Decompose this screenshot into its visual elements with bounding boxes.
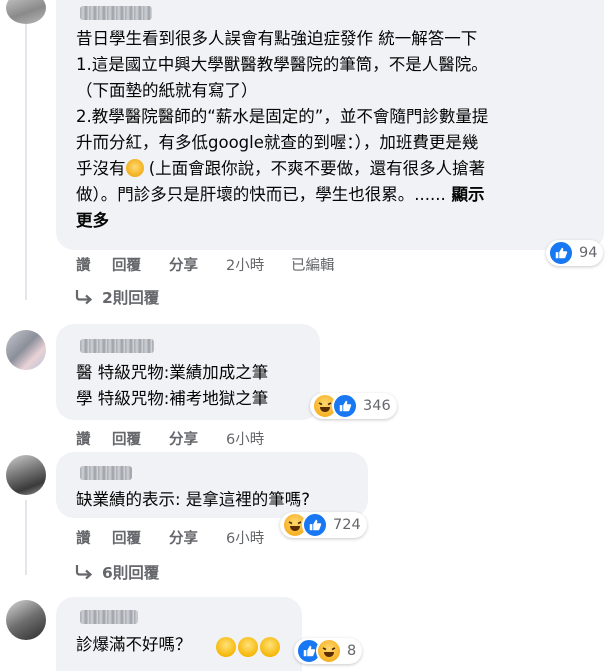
comment-actions: 讚 回覆 分享 2小時 已編輯 — [76, 254, 476, 274]
timestamp[interactable]: 6小時 — [226, 428, 264, 449]
comment-text-line: 乎沒有 (上面會跟你說，不爽不要做，還有很多人搶著 — [76, 158, 485, 180]
replies-count-label: 6則回覆 — [102, 564, 160, 582]
share-action[interactable]: 分享 — [169, 428, 198, 449]
view-replies-button[interactable]: 2則回覆 — [74, 286, 159, 308]
reply-action[interactable]: 回覆 — [112, 527, 141, 548]
comment-actions: 讚 回覆 分享 6小時 — [76, 527, 376, 547]
smiling-face-icon — [125, 159, 144, 177]
reply-action[interactable]: 回覆 — [112, 428, 141, 449]
reply-action[interactable]: 回覆 — [112, 254, 141, 275]
replies-count-label: 2則回覆 — [102, 289, 160, 307]
avatar[interactable] — [6, 455, 46, 495]
comment-text-line: 診爆滿不好嗎？ — [76, 635, 192, 654]
reaction-summary[interactable]: 8 — [294, 638, 363, 664]
comment-text-line: 2.教學醫院醫師的“薪水是固定的”，並不會隨門診數量提 — [76, 107, 489, 126]
comment-text-line: 醫 特級咒物:業績加成之筆 — [76, 363, 269, 382]
avatar[interactable] — [6, 0, 46, 24]
comment-actions: 讚 回覆 分享 6小時 — [76, 428, 376, 448]
thinking-face-icon — [238, 637, 258, 657]
comment-text-line: 學 特級咒物:補考地獄之筆 — [76, 389, 269, 408]
comment-text-line: 昔日學生看到很多人誤會有點強迫症發作 統一解答一下 — [76, 29, 478, 48]
reply-arrow-icon — [74, 289, 94, 305]
commenter-name[interactable] — [80, 610, 138, 624]
comment-text-segment: (上面會跟你說，不爽不要做，還有很多人搶著 — [143, 159, 486, 178]
comment-text-line: （下面墊的紙就有寫了） — [76, 81, 258, 100]
commenter-name[interactable] — [80, 466, 132, 480]
reaction-count: 94 — [579, 245, 598, 261]
view-replies-button[interactable]: 6則回覆 — [74, 561, 159, 583]
comment-text-line: 做）。門診多只是肝壞的快而已，學生也很累。...... 顯示 — [76, 184, 484, 206]
share-action[interactable]: 分享 — [169, 254, 198, 275]
comment-text-segment: 乎沒有 — [76, 159, 126, 178]
comment-text-line: 缺業績的表示: 是拿這裡的筆嗎? — [76, 490, 311, 509]
reply-arrow-icon — [74, 564, 94, 580]
timestamp[interactable]: 2小時 — [226, 254, 264, 275]
comment-text-line: 升而分紅，有多低google就查的到喔：），加班費更是幾 — [76, 133, 479, 152]
thread-line — [25, 0, 27, 300]
comment-text-line: 1.這是國立中興大學獸醫教學醫院的筆筒，不是人醫院。 — [76, 55, 488, 74]
thumbs-up-icon — [332, 393, 358, 419]
thinking-face-icon — [260, 637, 280, 657]
show-more-link[interactable]: 更多 — [76, 210, 109, 232]
avatar[interactable] — [6, 600, 46, 640]
timestamp[interactable]: 6小時 — [226, 527, 264, 548]
commenter-name[interactable] — [80, 339, 154, 353]
like-action[interactable]: 讚 — [76, 527, 91, 548]
thinking-face-icon — [216, 637, 236, 657]
avatar[interactable] — [6, 330, 46, 370]
share-action[interactable]: 分享 — [169, 527, 198, 548]
reaction-count: 8 — [347, 643, 357, 659]
show-more-link[interactable]: 顯示 — [446, 185, 484, 204]
reaction-count: 346 — [363, 398, 391, 414]
reaction-summary[interactable]: 346 — [310, 393, 397, 419]
like-action[interactable]: 讚 — [76, 254, 91, 275]
comment-text-segment: 做）。門診多只是肝壞的快而已，學生也很累。...... — [76, 185, 446, 204]
like-action[interactable]: 讚 — [76, 428, 91, 449]
commenter-name[interactable] — [80, 6, 152, 20]
laughing-face-icon — [316, 638, 342, 664]
edited-label: 已編輯 — [291, 258, 335, 274]
thread-line — [25, 500, 27, 575]
thumbs-up-icon — [548, 240, 574, 266]
reaction-summary[interactable]: 94 — [546, 240, 604, 266]
